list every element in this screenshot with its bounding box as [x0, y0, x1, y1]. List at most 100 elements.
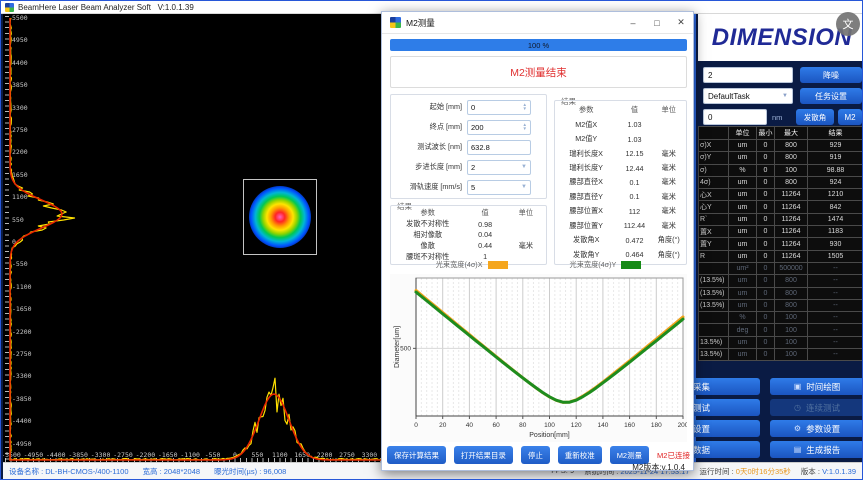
dialog-button[interactable]: 打开结果目录 [454, 446, 513, 464]
beam-roi-box[interactable] [243, 179, 317, 255]
legend-item: 光束宽度(4σ)X [436, 260, 508, 270]
result-row: M2值Y1.03 [557, 132, 684, 146]
axis-label: 2200 [317, 451, 333, 459]
app-icon [5, 3, 14, 12]
m2-version: M2版本:v.1.0.4 [632, 462, 685, 473]
table-row: σ)Xum0800929 [699, 140, 863, 151]
axis-label: 550 [252, 451, 264, 459]
spinner-arrows-icon[interactable]: ▲▼ [523, 123, 527, 131]
result-value: -- [808, 288, 863, 299]
beam-table: 单位最小最大结果σ)Xum0800929σ)Yum0800919 σ)%01009… [698, 126, 863, 361]
task-select[interactable]: DefaultTask▼ [703, 88, 793, 104]
chevron-down-icon: ▼ [782, 93, 788, 99]
result-value: -- [808, 275, 863, 286]
table-row: um²0500000-- [699, 263, 863, 274]
axis-label: 1650 [294, 451, 310, 459]
form-input[interactable]: 0▲▼ [467, 100, 531, 115]
divergence-button[interactable]: 发散角 [796, 109, 834, 125]
dialog-icon [390, 17, 401, 28]
form-row: 步进长度 [mm]2▼ [391, 157, 546, 177]
noise-input[interactable]: 2 [703, 67, 793, 83]
connection-status: M2已连接 [657, 450, 690, 461]
m2-panel-button[interactable]: M2 [838, 109, 862, 125]
axis-label: -1100 [180, 451, 200, 459]
dialog-button[interactable]: 停止 [521, 446, 550, 464]
table-row: 13.5%)um0100-- [699, 337, 863, 348]
close-button[interactable]: ✕ [669, 12, 693, 34]
result-row: 发散角X0.472角度(°) [557, 233, 684, 247]
table-row: 心Yum011264842 [699, 201, 863, 212]
translate-icon[interactable]: 文 [836, 12, 860, 36]
legend-item: 光束宽度(4σ)Y [570, 260, 642, 270]
axis-label: 4950 [12, 37, 28, 44]
table-row: R`um0112641474 [699, 214, 863, 225]
noise-reduction-button[interactable]: 降噪 [800, 67, 862, 83]
axis-label: -3850 [68, 451, 88, 459]
measure-status-box: M2测量结束 [390, 56, 687, 88]
wavelength-input[interactable]: 0 [703, 109, 767, 125]
axis-label: -3850 [12, 396, 32, 403]
form-input[interactable]: 2▼ [467, 160, 531, 175]
result-row: 腰部直径Y0.1毫米 [557, 190, 684, 204]
spinner-arrows-icon[interactable]: ▲▼ [523, 103, 527, 111]
result-value: -- [808, 337, 863, 348]
action-button[interactable]: ⚙参数设置 [770, 420, 863, 437]
form-input[interactable]: 200▲▼ [467, 120, 531, 135]
maximize-button[interactable]: □ [645, 12, 669, 34]
result-row: M2值X1.03 [557, 117, 684, 131]
result-header: 参数值单位 [557, 103, 684, 117]
table-row: σ)%010098.88 [699, 165, 863, 176]
axis-label: -1650 [12, 306, 32, 313]
form-input[interactable]: 632.8 [467, 140, 531, 155]
axis-label: -1650 [158, 451, 178, 459]
table-row: σ)Yum0800919 [699, 152, 863, 163]
axis-label: 1650 [12, 172, 28, 179]
task-settings-button[interactable]: 任务设置 [800, 88, 862, 104]
table-header: 单位最小最大结果 [699, 127, 863, 139]
table-row: 心Xum0112641210 [699, 189, 863, 200]
result-value: 924 [808, 177, 863, 188]
result-value: 1474 [808, 214, 863, 225]
axis-label: 4400 [12, 60, 28, 67]
axis-label: -2200 [136, 451, 156, 459]
axis-label: -550 [12, 261, 28, 268]
result-value: 98.88 [808, 165, 863, 176]
svg-text:0: 0 [414, 422, 418, 429]
result-value: 919 [808, 152, 863, 163]
svg-text:120: 120 [571, 422, 582, 429]
axis-label: 2750 [339, 451, 355, 459]
dialog-button[interactable]: 重新校准 [558, 446, 602, 464]
form-row: 起始 [mm]0▲▼ [391, 97, 546, 117]
table-row: (13.5%)um0800-- [699, 275, 863, 286]
dialog-button[interactable]: 保存计算结果 [387, 446, 446, 464]
minimize-button[interactable]: – [621, 12, 645, 34]
left-results-table: 参数值单位发散不对称性0.98相对像散0.04像散0.44毫米腰斑不对称性1 [390, 205, 547, 265]
axis-label: -3300 [12, 373, 32, 380]
table-row: 4σ)um0800924 [699, 177, 863, 188]
form-input[interactable]: 5▼ [467, 180, 531, 195]
result-value: 929 [808, 140, 863, 151]
result-row: 腰部位置X112毫米 [557, 204, 684, 218]
svg-text:20: 20 [439, 422, 447, 429]
result-value: -- [808, 263, 863, 274]
table-row: deg0100-- [699, 324, 863, 335]
device-name: 设备名称 : DL-BH-CMOS-/400-1100 [9, 466, 129, 477]
table-row: (13.5%)um0800-- [699, 300, 863, 311]
table-row: %0100-- [699, 312, 863, 323]
m2-form: 起始 [mm]0▲▼终点 [mm]200▲▼测试波长 [nm]632.8步进长度… [390, 94, 547, 199]
svg-text:Diameter[um]: Diameter[um] [394, 326, 401, 368]
chevron-down-icon[interactable]: ▼ [521, 164, 527, 170]
right-panel: DIMENSION 2 降噪 DefaultTask▼ 任务设置 0 nm 发散… [694, 14, 863, 462]
chevron-down-icon[interactable]: ▼ [521, 184, 527, 190]
action-button[interactable]: ▤生成报告 [770, 441, 863, 458]
form-row: 滑轨速度 [mm/s]5▼ [391, 177, 546, 197]
result-row: 瑞利长度X12.15毫米 [557, 146, 684, 160]
result-row: 瑞利长度Y12.44毫米 [557, 161, 684, 175]
legend-swatch [488, 261, 508, 269]
svg-text:180: 180 [651, 422, 662, 429]
axis-label: 3300 [362, 451, 378, 459]
action-button[interactable]: ▣时间绘图 [770, 378, 863, 395]
axis-label: -2750 [12, 351, 32, 358]
action-button[interactable]: ◷连续测试 [770, 399, 863, 416]
axis-label: -2200 [12, 329, 32, 336]
